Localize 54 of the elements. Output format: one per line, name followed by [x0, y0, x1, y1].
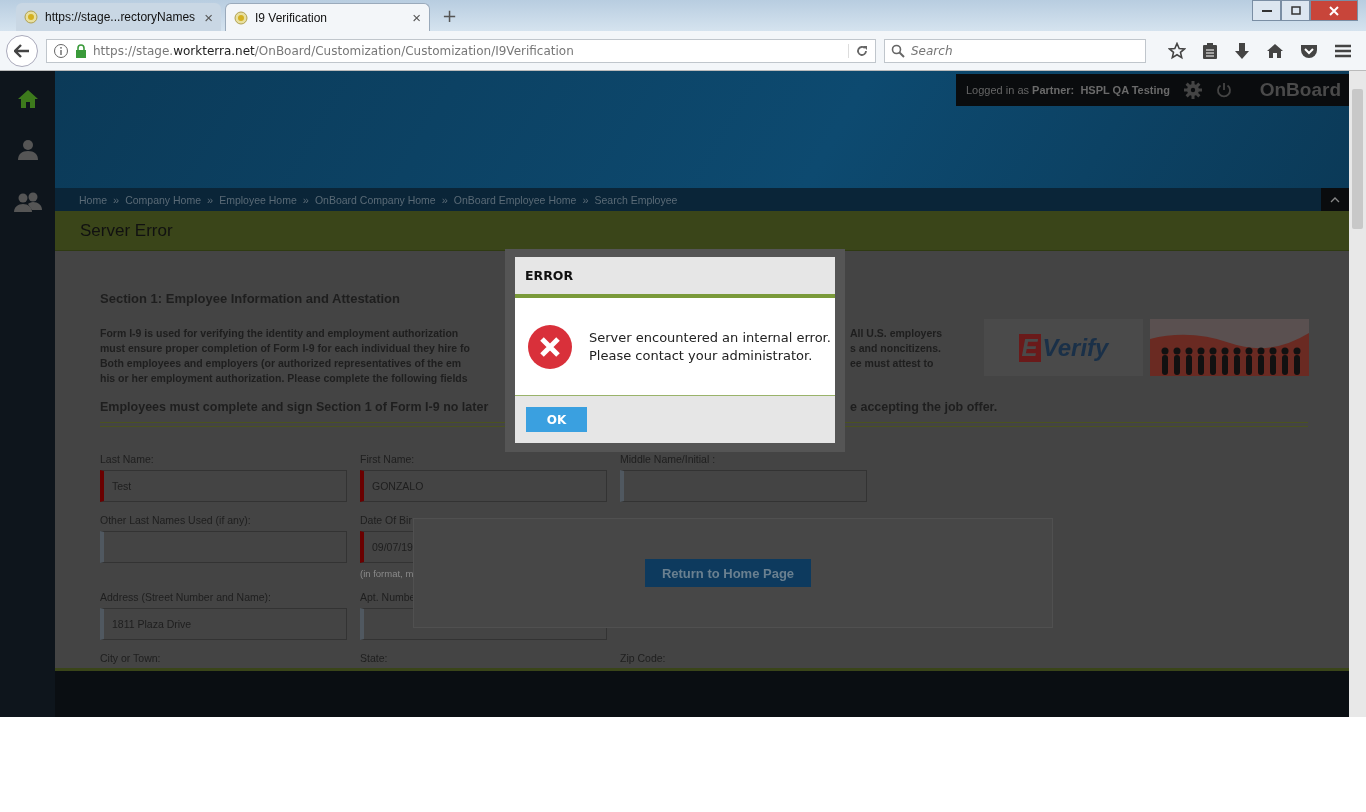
info-icon[interactable]	[53, 42, 69, 59]
pocket-icon[interactable]	[1300, 42, 1318, 59]
error-icon	[527, 323, 573, 370]
menu-icon[interactable]	[1334, 42, 1352, 59]
user-icon[interactable]	[16, 139, 39, 161]
close-icon	[1329, 5, 1339, 16]
url-text: https://stage.workterra.net/OnBoard/Customization/Customization/I9Verification	[93, 43, 575, 58]
search-field[interactable]: Search	[884, 38, 1146, 63]
users-icon[interactable]	[13, 191, 42, 213]
return-home-button[interactable]: Return to Home Page	[645, 559, 811, 587]
breadcrumb-separator: »	[582, 193, 589, 206]
breadcrumb-link[interactable]: OnBoard Company Home	[314, 193, 436, 206]
restore-icon	[1290, 6, 1301, 15]
breadcrumb-separator: »	[113, 193, 120, 206]
arrow-left-icon	[14, 43, 30, 58]
browser-tab[interactable]: I9 Verification ×	[225, 3, 430, 31]
breadcrumb-link[interactable]: Search Employee	[594, 193, 678, 206]
star-icon[interactable]	[1168, 41, 1186, 60]
breadcrumb-separator: »	[302, 193, 309, 206]
dialog-title: ERROR	[525, 268, 574, 283]
sun-icon	[234, 10, 248, 25]
error-message: Server encountered an internal error. Please contact your administrator.	[589, 328, 831, 365]
breadcrumb-link[interactable]: Home	[79, 193, 107, 206]
download-icon[interactable]	[1234, 41, 1250, 60]
reload-icon[interactable]	[848, 43, 869, 58]
ok-button[interactable]: OK	[526, 407, 587, 432]
caret-up-icon	[1330, 196, 1340, 203]
tab-close-button[interactable]: ×	[412, 9, 421, 26]
tab-close-button[interactable]: ×	[204, 8, 213, 26]
app-name: OnBoard	[1259, 79, 1341, 101]
text-field[interactable]	[100, 531, 347, 563]
text-field[interactable]	[620, 470, 867, 502]
close-window-button[interactable]	[1310, 0, 1358, 21]
breadcrumb-link[interactable]: OnBoard Employee Home	[453, 193, 577, 206]
address-bar[interactable]: https://stage.workterra.net/OnBoard/Customization/Customization/I9Verification	[46, 38, 876, 63]
minimize-icon	[1261, 9, 1272, 12]
lock-icon	[75, 43, 87, 58]
breadcrumb-separator: »	[441, 193, 448, 206]
scrollbar[interactable]	[1349, 71, 1366, 717]
search-icon	[891, 43, 905, 58]
clipboard-icon[interactable]	[1202, 41, 1218, 60]
login-status: Logged in as Partner: HSPL QA Testing	[966, 84, 1170, 96]
maximize-button[interactable]	[1281, 0, 1310, 21]
home-icon[interactable]	[16, 89, 39, 109]
field-hint: (in format, m	[360, 568, 414, 579]
back-button[interactable]	[6, 34, 38, 67]
breadcrumb-separator: »	[207, 193, 214, 206]
sun-icon	[24, 10, 38, 24]
new-tab-button[interactable]: +	[442, 5, 458, 26]
breadcrumb-link[interactable]: Company Home	[125, 193, 201, 206]
breadcrumb-link[interactable]: Employee Home	[219, 193, 297, 206]
minimize-button[interactable]	[1252, 0, 1281, 21]
browser-tab[interactable]: https://stage...rectoryNames ×	[16, 3, 221, 31]
home-icon[interactable]	[1266, 41, 1284, 60]
